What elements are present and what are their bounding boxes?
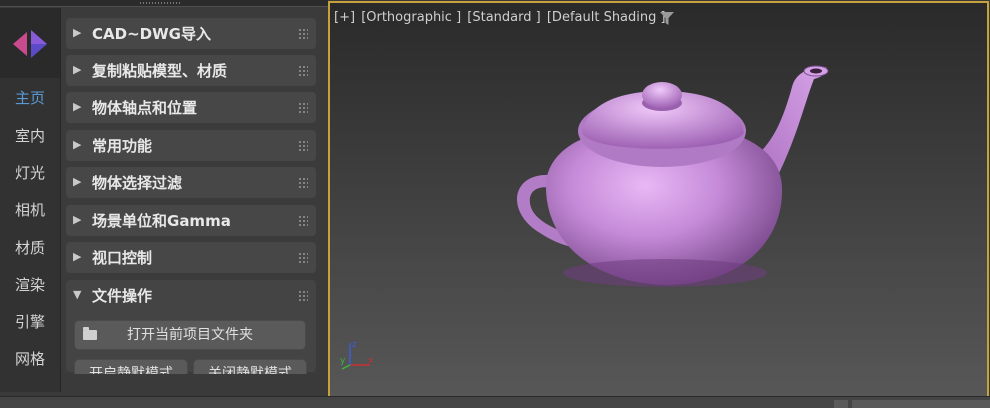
grip-icon[interactable] xyxy=(298,102,308,113)
rail-item-home[interactable]: 主页 xyxy=(0,80,60,116)
rail-item-mesh[interactable]: 网格 xyxy=(0,341,60,377)
enable-silent-mode-button[interactable]: 开启静默模式 xyxy=(74,359,188,374)
rail-item-camera[interactable]: 相机 xyxy=(0,192,60,228)
viewport-label: [+] [Orthographic ] [Standard ] [Default… xyxy=(334,10,668,25)
drag-handle-icon[interactable] xyxy=(140,2,180,4)
rail-item-render[interactable]: 渲染 xyxy=(0,267,60,303)
viewport-orthographic[interactable]: [+] [Orthographic ] [Standard ] [Default… xyxy=(328,1,989,398)
gizmo-z-label: z xyxy=(352,340,357,350)
folder-icon xyxy=(83,327,97,340)
section-viewport-control[interactable]: ▶ 视口控制 xyxy=(66,242,316,273)
grip-icon[interactable] xyxy=(298,177,308,188)
chevron-right-icon: ▶ xyxy=(73,213,82,226)
section-title: 复制粘贴模型、材质 xyxy=(92,62,228,80)
viewport-view-menu[interactable]: [Orthographic ] xyxy=(361,10,461,25)
section-copy-paste[interactable]: ▶ 复制粘贴模型、材质 xyxy=(66,55,316,86)
status-bar xyxy=(0,396,990,408)
disable-silent-mode-button[interactable]: 关闭静默模式 xyxy=(193,359,307,374)
section-title: 常用功能 xyxy=(92,137,153,155)
axis-gizmo: x z y xyxy=(340,340,374,370)
section-cad-import[interactable]: ▶ CAD~DWG导入 xyxy=(66,18,316,49)
chevron-right-icon: ▶ xyxy=(73,63,82,76)
section-title: 场景单位和Gamma xyxy=(92,212,231,230)
app-logo xyxy=(0,8,60,78)
filter-icon[interactable] xyxy=(660,12,674,25)
section-common-functions[interactable]: ▶ 常用功能 xyxy=(66,130,316,161)
logo-icon xyxy=(13,30,47,58)
section-title: CAD~DWG导入 xyxy=(92,25,211,43)
section-title: 视口控制 xyxy=(92,249,153,267)
top-toolbar-strip xyxy=(0,0,328,7)
grip-icon[interactable] xyxy=(298,28,308,39)
chevron-right-icon: ▶ xyxy=(73,250,82,263)
section-title: 物体选择过滤 xyxy=(92,174,183,192)
grip-icon[interactable] xyxy=(298,252,308,263)
section-units-gamma[interactable]: ▶ 场景单位和Gamma xyxy=(66,205,316,236)
teapot-model[interactable] xyxy=(510,63,830,303)
tool-panel: ▶ CAD~DWG导入 ▶ 复制粘贴模型、材质 ▶ 物体轴点和位置 ▶ 常用功能… xyxy=(62,8,320,374)
viewport-menu-plus[interactable]: [+] xyxy=(334,10,355,25)
grip-icon[interactable] xyxy=(298,65,308,76)
viewport-shading-menu[interactable]: [Default Shading ] xyxy=(547,10,666,25)
rail-item-material[interactable]: 材质 xyxy=(0,230,60,266)
gizmo-y-label: y xyxy=(340,356,346,366)
chevron-right-icon: ▶ xyxy=(73,138,82,151)
section-title: 物体轴点和位置 xyxy=(92,99,198,117)
section-selection-filter[interactable]: ▶ 物体选择过滤 xyxy=(66,167,316,198)
rail-item-lights[interactable]: 灯光 xyxy=(0,155,60,191)
open-project-folder-button[interactable]: 打开当前项目文件夹 xyxy=(74,320,306,350)
viewport-preset-menu[interactable]: [Standard ] xyxy=(467,10,540,25)
rail-item-engine[interactable]: 引擎 xyxy=(0,304,60,340)
section-pivot-position[interactable]: ▶ 物体轴点和位置 xyxy=(66,92,316,123)
left-nav-rail: 主页 室内 灯光 相机 材质 渲染 引擎 网格 xyxy=(0,8,61,392)
gizmo-x-label: x xyxy=(368,356,374,366)
rail-item-interior[interactable]: 室内 xyxy=(0,118,60,154)
chevron-down-icon: ▼ xyxy=(73,288,82,301)
grip-icon[interactable] xyxy=(298,290,308,301)
grip-icon[interactable] xyxy=(298,215,308,226)
grip-icon[interactable] xyxy=(298,140,308,151)
chevron-right-icon: ▶ xyxy=(73,26,82,39)
section-title: 文件操作 xyxy=(92,287,153,305)
chevron-right-icon: ▶ xyxy=(73,175,82,188)
section-file-operations[interactable]: ▼ 文件操作 打开当前项目文件夹 开启静默模式 关闭静默模式 xyxy=(66,280,316,374)
chevron-right-icon: ▶ xyxy=(73,100,82,113)
button-label: 打开当前项目文件夹 xyxy=(127,327,253,343)
